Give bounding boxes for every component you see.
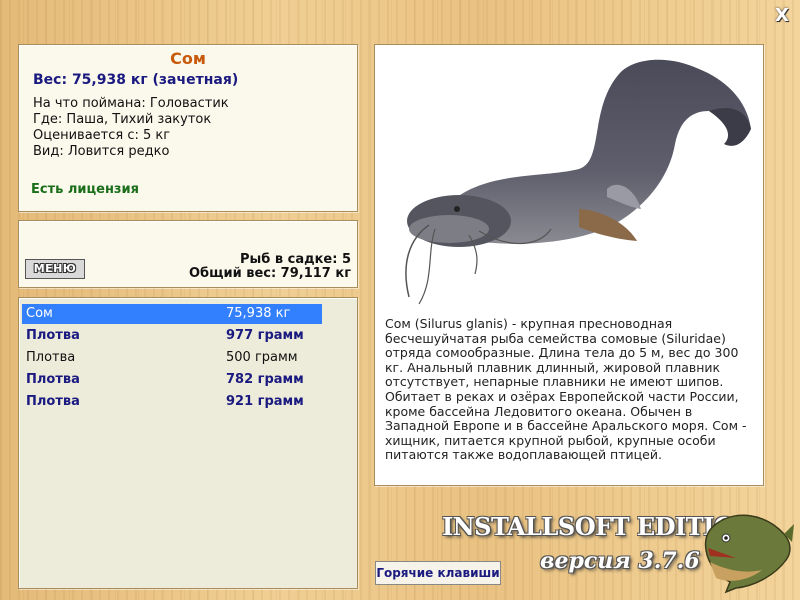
catch-weight: 75,938 кг — [226, 306, 291, 321]
catch-weight: 921 грамм — [226, 394, 304, 409]
menu-button[interactable]: МЕНЮ — [25, 259, 85, 279]
catch-weight: 977 грамм — [226, 328, 304, 343]
version-label: версия 3.7.6 — [540, 548, 700, 574]
catch-name: Плотва — [26, 394, 80, 409]
valuation-detail: Оценивается с: 5 кг — [33, 128, 171, 143]
catch-row[interactable]: Сом 75,938 кг — [22, 304, 322, 324]
bait-detail: На что поймана: Головастик — [33, 96, 229, 111]
catch-list[interactable]: Сом 75,938 кг Плотва 977 грамм Плотва 50… — [18, 297, 358, 589]
catch-name: Сом — [26, 306, 53, 321]
catch-row[interactable]: Плотва 977 грамм — [22, 326, 322, 346]
fish-weight: Вес: 75,938 кг (зачетная) — [33, 72, 239, 88]
close-icon: X — [775, 5, 789, 26]
keepnet-summary-panel: МЕНЮ Рыб в садке: 5 Общий вес: 79,117 кг — [18, 220, 358, 288]
catch-name: Плотва — [26, 372, 80, 387]
fish-picture-panel: Сом (Silurus glanis) - крупная пресновод… — [374, 44, 764, 486]
fish-info-panel: Сом Вес: 75,938 кг (зачетная) На что пой… — [18, 44, 358, 212]
pike-logo-icon — [704, 514, 794, 594]
catch-row[interactable]: Плотва 782 грамм — [22, 370, 322, 390]
catch-row[interactable]: Плотва 500 грамм — [22, 348, 322, 368]
catch-row[interactable]: Плотва 921 грамм — [22, 392, 322, 412]
catch-name: Плотва — [26, 350, 76, 365]
catch-weight: 782 грамм — [226, 372, 304, 387]
fish-description: Сом (Silurus glanis) - крупная пресновод… — [385, 316, 747, 463]
close-button[interactable]: X — [772, 6, 792, 26]
location-detail: Где: Паша, Тихий закуток — [33, 112, 212, 127]
fish-count: Рыб в садке: 5 — [239, 252, 351, 267]
catfish-icon — [405, 59, 751, 305]
rarity-detail: Вид: Ловится редко — [33, 144, 170, 159]
catch-weight: 500 грамм — [226, 350, 298, 365]
catch-name: Плотва — [26, 328, 80, 343]
fish-name: Сом — [170, 49, 206, 68]
total-weight: Общий вес: 79,117 кг — [188, 266, 351, 281]
license-status: Есть лицензия — [31, 182, 139, 197]
hotkeys-button[interactable]: Горячие клавиши — [375, 561, 501, 585]
